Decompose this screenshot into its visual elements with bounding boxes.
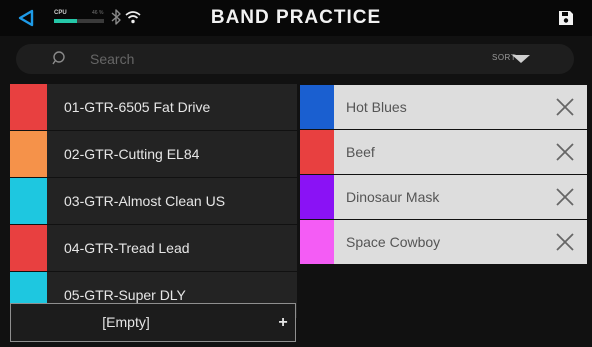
cpu-meter: CPU 46 % xyxy=(52,9,112,27)
color-swatch xyxy=(300,220,334,264)
preset-item[interactable]: 04-GTR-Tread Lead xyxy=(10,225,297,271)
setlist-item[interactable]: Hot Blues xyxy=(300,85,587,129)
setlist-label: Beef xyxy=(346,144,375,160)
close-icon[interactable] xyxy=(554,96,576,118)
page-title: BAND PRACTICE xyxy=(210,7,382,28)
preset-label: 03-GTR-Almost Clean US xyxy=(64,193,226,209)
color-swatch xyxy=(10,225,47,271)
empty-slot[interactable]: [Empty] + xyxy=(10,303,296,342)
preset-label: 01-GTR-6505 Fat Drive xyxy=(64,99,211,115)
cpu-track xyxy=(54,19,104,23)
chevron-down-icon xyxy=(512,55,530,63)
color-swatch xyxy=(10,178,47,224)
preset-label: 02-GTR-Cutting EL84 xyxy=(64,146,200,162)
add-preset-button[interactable]: + xyxy=(273,304,293,341)
save-icon[interactable] xyxy=(557,9,575,27)
close-icon[interactable] xyxy=(554,186,576,208)
setlist-item[interactable]: Space Cowboy xyxy=(300,220,587,264)
preset-item[interactable]: 03-GTR-Almost Clean US xyxy=(10,178,297,224)
color-swatch xyxy=(10,131,47,177)
color-swatch xyxy=(300,130,334,174)
setlist: Hot Blues Beef Dinosaur Mask Space Cowbo… xyxy=(300,85,587,265)
color-swatch xyxy=(300,85,334,129)
setlist-label: Hot Blues xyxy=(346,99,407,115)
color-swatch xyxy=(300,175,334,219)
bluetooth-icon xyxy=(111,9,121,25)
top-bar: CPU 46 % BAND PRACTICE xyxy=(0,0,592,36)
cpu-percent: 46 % xyxy=(92,10,104,16)
preset-item[interactable]: 01-GTR-6505 Fat Drive xyxy=(10,84,297,130)
search-input[interactable] xyxy=(90,46,390,72)
setlist-item[interactable]: Beef xyxy=(300,130,587,174)
setlist-label: Dinosaur Mask xyxy=(346,189,440,205)
sort-button[interactable]: SORT xyxy=(492,51,552,67)
back-icon[interactable] xyxy=(16,8,36,28)
close-icon[interactable] xyxy=(554,141,576,163)
search-icon xyxy=(52,51,65,65)
close-icon[interactable] xyxy=(554,231,576,253)
cpu-fill xyxy=(54,19,77,23)
preset-list: 01-GTR-6505 Fat Drive 02-GTR-Cutting EL8… xyxy=(10,84,297,319)
empty-slot-label: [Empty] xyxy=(102,314,150,330)
setlist-label: Space Cowboy xyxy=(346,234,441,250)
cpu-label: CPU xyxy=(54,10,67,16)
preset-label: 04-GTR-Tread Lead xyxy=(64,240,190,256)
wifi-icon xyxy=(125,11,141,24)
color-swatch xyxy=(10,84,47,130)
setlist-item[interactable]: Dinosaur Mask xyxy=(300,175,587,219)
search-bar: SORT xyxy=(16,44,574,74)
preset-item[interactable]: 02-GTR-Cutting EL84 xyxy=(10,131,297,177)
